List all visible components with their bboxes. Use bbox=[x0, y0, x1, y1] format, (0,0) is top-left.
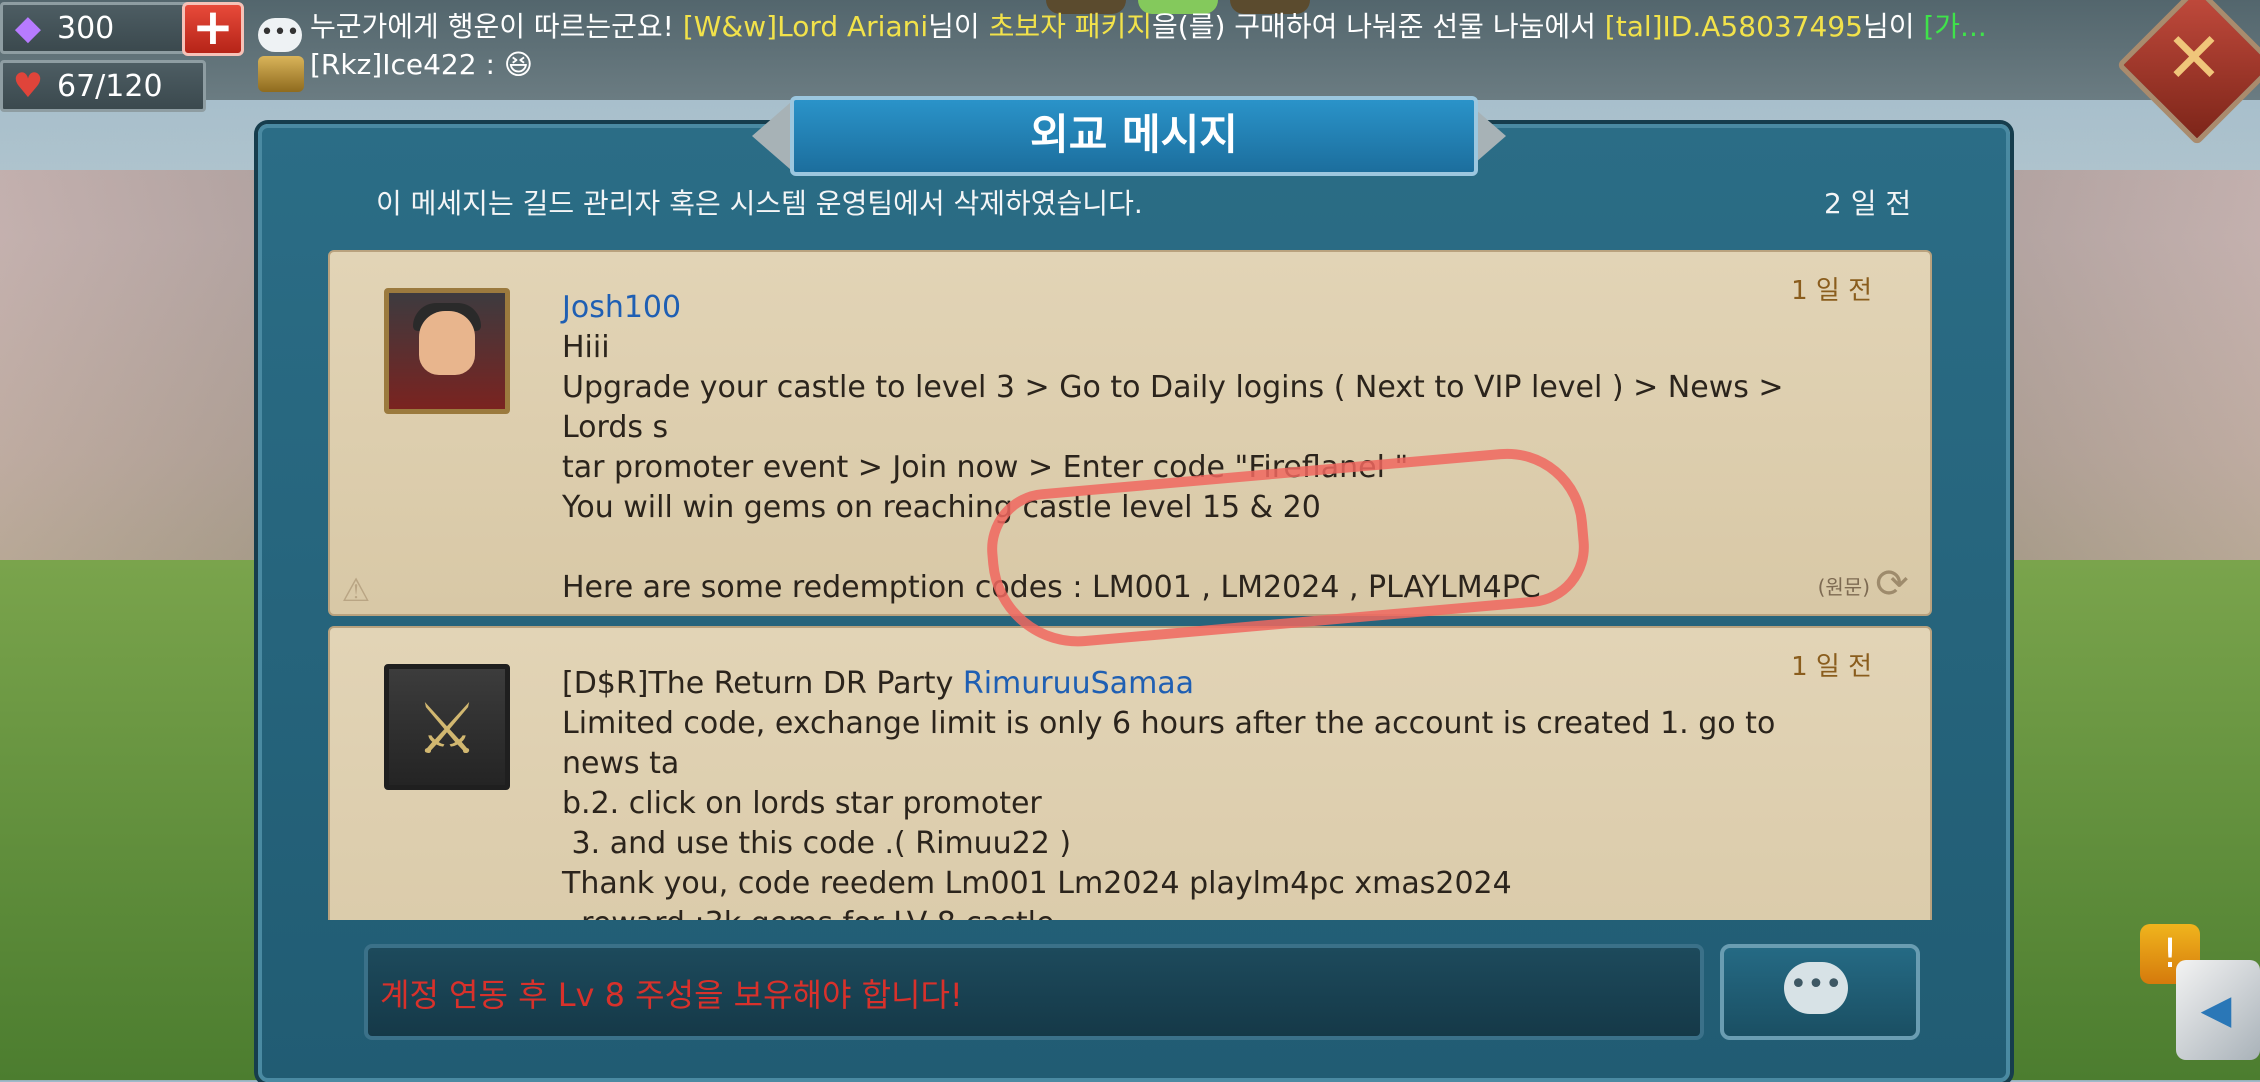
gem-icon: ◆ bbox=[14, 8, 42, 48]
crossed-axes-icon: ⚔ bbox=[415, 688, 479, 770]
arrow-left-icon: ◀ bbox=[2200, 987, 2232, 1033]
original-text-label: (원문) bbox=[1817, 575, 1870, 599]
avatar-face bbox=[419, 311, 475, 375]
message-content: [D$R]The Return DR Party RimuruuSamaa Li… bbox=[562, 664, 1852, 920]
sender-name[interactable]: Josh100 bbox=[562, 290, 681, 325]
chat-segment: 누군가에게 행운이 따르는군요! bbox=[310, 10, 683, 43]
close-icon[interactable]: ✕ bbox=[2158, 22, 2230, 94]
chat-ticker[interactable]: 누군가에게 행운이 따르는군요! [W&w]Lord Ariani님이 초보자 … bbox=[262, 8, 2162, 84]
gems-counter[interactable]: ◆ 300 bbox=[0, 2, 206, 54]
stamina-value: 67/120 bbox=[57, 68, 163, 104]
translate-refresh-icon[interactable]: ⟳ bbox=[1870, 562, 1914, 606]
chat-send-icon: ••• bbox=[1784, 962, 1848, 1014]
chat-line-1: 누군가에게 행운이 따르는군요! [W&w]Lord Ariani님이 초보자 … bbox=[262, 8, 2162, 46]
stamina-counter[interactable]: ♥ 67/120 bbox=[0, 60, 206, 112]
deleted-notice: 이 메세지는 길드 관리자 혹은 시스템 운영팀에서 삭제하였습니다. bbox=[376, 187, 1143, 220]
chat-emoji: 😆 bbox=[503, 48, 533, 81]
gems-value: 300 bbox=[57, 10, 115, 46]
dialog-title: 외교 메시지 bbox=[790, 96, 1478, 176]
chat-line-2: [Rkz]Ice422 : 😆 bbox=[262, 46, 2162, 84]
notice-date: 2 일 전 bbox=[1824, 187, 1912, 220]
message-date: 1 일 전 bbox=[1791, 652, 1872, 682]
avatar[interactable] bbox=[384, 288, 510, 414]
message-card[interactable]: ⚔ [D$R]The Return DR Party RimuruuSamaa … bbox=[328, 626, 1932, 920]
chat-segment: 님이 bbox=[1862, 10, 1924, 43]
message-body: Limited code, exchange limit is only 6 h… bbox=[562, 706, 1776, 920]
heart-icon: ♥ bbox=[12, 66, 44, 106]
chat-line-2-text: [Rkz]Ice422 : bbox=[310, 48, 504, 81]
chat-segment: 님이 bbox=[928, 10, 989, 43]
chat-segment: [가... bbox=[1923, 10, 1987, 43]
guild-emblem[interactable]: ⚔ bbox=[384, 664, 510, 790]
add-gems-button[interactable]: + bbox=[182, 2, 244, 56]
report-warning-icon[interactable]: ⚠ bbox=[338, 572, 374, 608]
guild-name: [D$R]The Return DR Party bbox=[562, 666, 963, 701]
chat-segment: 초보자 패키지 bbox=[988, 10, 1153, 43]
chat-segment: [tal]ID.A58037495 bbox=[1604, 10, 1863, 43]
chat-segment: [W&w]Lord Ariani bbox=[682, 10, 929, 43]
message-input-text: 계정 연동 후 Lv 8 주성을 보유해야 합니다! bbox=[380, 976, 963, 1014]
message-date: 1 일 전 bbox=[1791, 276, 1872, 306]
sender-name[interactable]: RimuruuSamaa bbox=[963, 666, 1194, 701]
chat-segment: 을(를) 구매하여 나눠준 선물 나눔에서 bbox=[1152, 10, 1605, 43]
